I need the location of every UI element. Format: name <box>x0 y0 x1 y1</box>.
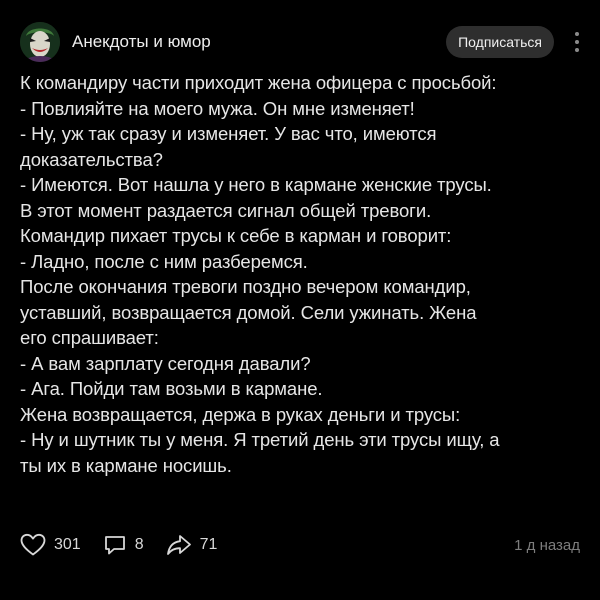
like-count: 301 <box>54 536 81 553</box>
post-line: - Повлияйте на моего мужа. Он мне изменя… <box>20 97 415 119</box>
comment-icon <box>104 536 125 555</box>
post-line: После окончания тревоги поздно вечером к… <box>20 276 471 297</box>
post-line: - Ага. Пойди там возьми в кармане. <box>20 378 323 399</box>
channel-name[interactable]: Анекдоты и юмор <box>72 32 211 52</box>
post-line: В этот момент раздается сигнал общей тре… <box>20 199 432 221</box>
subscribe-button[interactable]: Подписаться <box>446 26 554 58</box>
post-header: Анекдоты и юмор Подписаться <box>20 22 580 62</box>
comment-button[interactable]: 8 <box>103 533 144 557</box>
post-footer: 301 8 71 1 д назад <box>20 530 580 560</box>
post-text: К командиру части приходит жена офицера … <box>20 70 586 478</box>
post-line: доказательства? <box>20 148 163 170</box>
heart-icon <box>20 533 46 556</box>
post-line: - А вам зарплату сегодня давали? <box>20 352 311 374</box>
more-options-icon[interactable] <box>568 26 586 58</box>
post-timestamp: 1 д назад <box>514 536 580 554</box>
post-line: - Имеются. Вот нашла у него в кармане же… <box>20 174 492 195</box>
dot <box>575 32 579 36</box>
comment-count: 8 <box>134 536 144 553</box>
share-icon <box>166 535 191 555</box>
post-line: Жена возвращается, держа в руках деньги … <box>20 403 461 425</box>
post-line: уставший, возвращается домой. Сели ужина… <box>20 301 477 323</box>
share-button[interactable]: 71 <box>166 533 218 557</box>
post-line: К командиру части приходит жена офицера … <box>20 72 497 93</box>
post-line: Командир пихает трусы к себе в карман и … <box>20 225 452 246</box>
post-line: - Ладно, после с ним разберемся. <box>20 250 308 272</box>
like-button[interactable]: 301 <box>20 533 81 557</box>
post-line: его спрашивает: <box>20 327 159 348</box>
post-line: ты их в кармане носишь. <box>20 454 232 476</box>
post-line: - Ну, уж так сразу и изменяет. У вас что… <box>20 123 437 144</box>
post-line: - Ну и шутник ты у меня. Я третий день э… <box>20 429 500 450</box>
dot <box>575 40 579 44</box>
share-count: 71 <box>199 536 218 553</box>
post-card: Анекдоты и юмор Подписаться К командиру … <box>0 0 600 600</box>
joker-avatar-icon <box>20 22 60 62</box>
dot <box>575 48 579 52</box>
channel-avatar[interactable] <box>20 22 60 62</box>
